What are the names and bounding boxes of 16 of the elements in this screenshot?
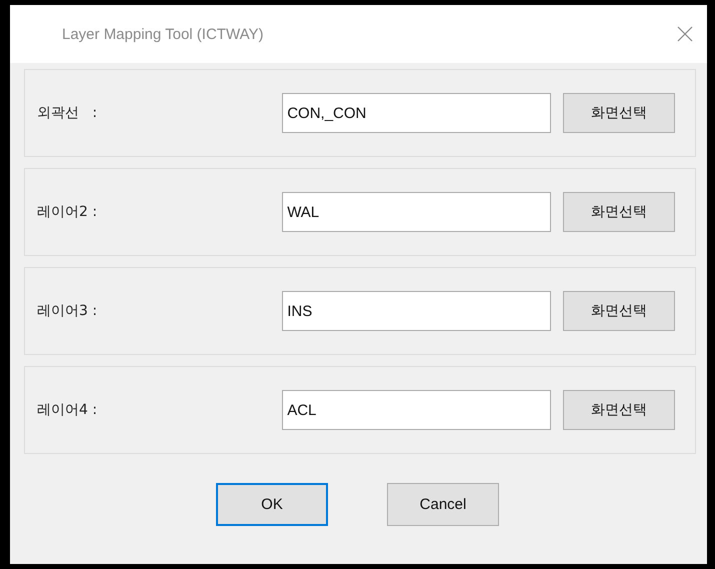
select-button[interactable]: 화면선택: [563, 390, 675, 430]
field-label: 레이어2 :: [37, 203, 98, 221]
dialog-button[interactable]: Cancel: [387, 483, 499, 526]
close-icon[interactable]: [677, 26, 693, 42]
field-label: 레이어3 :: [37, 302, 98, 320]
select-button[interactable]: 화면선택: [563, 93, 675, 133]
input-field[interactable]: INS: [282, 291, 552, 331]
input-field[interactable]: CON,_CON: [282, 93, 552, 133]
field-label: 레이어4 :: [37, 401, 98, 419]
dialog-button[interactable]: OK: [216, 483, 328, 526]
input-field[interactable]: ACL: [282, 390, 552, 430]
select-button[interactable]: 화면선택: [563, 192, 675, 232]
field-label: 외곽선 :: [37, 104, 98, 122]
window-title: Layer Mapping Tool (ICTWAY): [62, 26, 264, 42]
select-button[interactable]: 화면선택: [563, 291, 675, 331]
input-field[interactable]: WAL: [282, 192, 552, 232]
